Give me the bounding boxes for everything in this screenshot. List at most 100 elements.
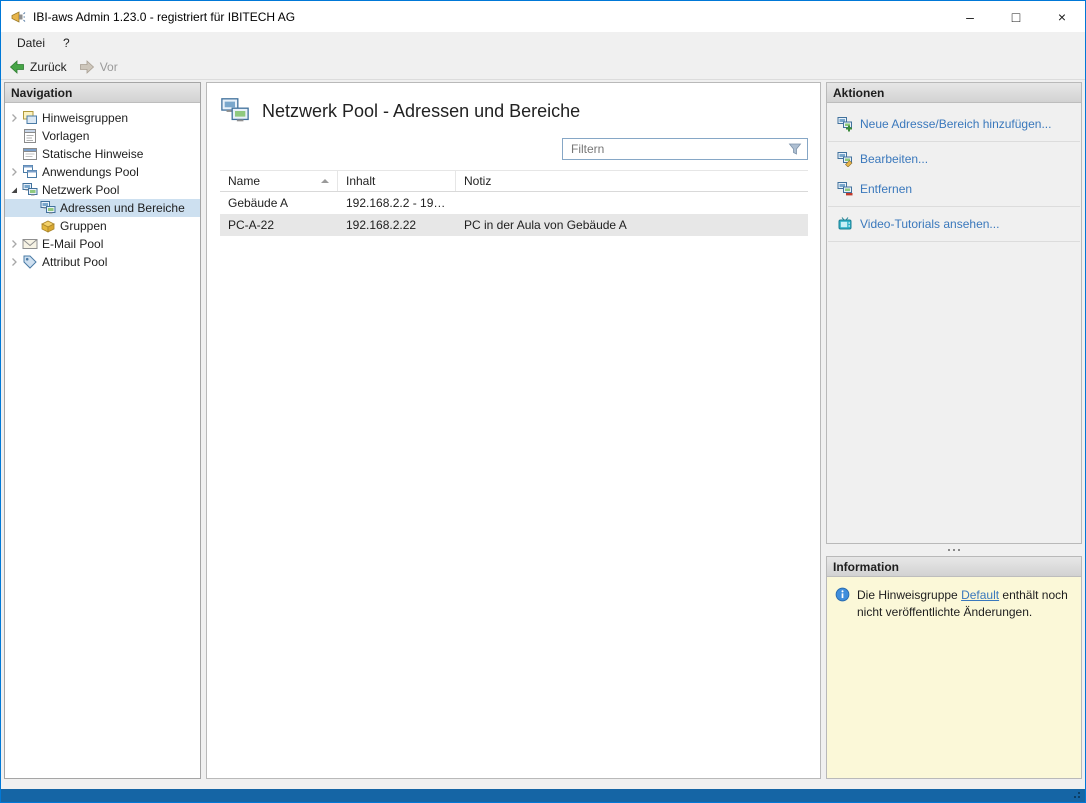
main-panel: Netzwerk Pool - Adressen und Bereiche Na… [206,82,821,779]
panel-splitter[interactable] [826,544,1082,556]
window-title: IBI-aws Admin 1.23.0 - registriert für I… [33,10,295,24]
action-label: Entfernen [860,182,912,196]
chevron-expanded-icon[interactable] [8,185,20,195]
groups-icon [40,218,56,234]
cell-notiz: PC in der Aula von Gebäude A [456,218,808,232]
right-panel: Aktionen [826,82,1082,779]
app-icon [10,9,26,25]
filter-input[interactable] [571,142,788,156]
information-panel: Information Die Hinweisgruppe Default en… [826,556,1082,779]
sidebar-item-adressen-und-bereiche[interactable]: Adressen und Bereiche [5,199,200,217]
column-header-name[interactable]: Name [220,171,338,191]
sidebar-item-label: Gruppen [60,219,107,233]
column-label: Name [228,174,260,188]
navigation-tree: Hinweisgruppen Vorlagen [5,103,200,271]
add-address-icon [837,116,853,132]
filter-funnel-icon[interactable] [788,142,802,156]
chevron-right-icon[interactable] [8,113,20,123]
edit-icon [837,151,853,167]
sidebar-item-label: Adressen und Bereiche [60,201,185,215]
filter-box [562,138,808,160]
action-label: Video-Tutorials ansehen... [860,217,999,231]
network-pool-icon [22,182,38,198]
navigation-header: Navigation [5,83,200,103]
edit-action[interactable]: Bearbeiten... [827,144,1081,174]
action-label: Neue Adresse/Bereich hinzufügen... [860,117,1051,131]
static-notices-icon [22,146,38,162]
menu-item-datei[interactable]: Datei [8,33,54,53]
default-group-link[interactable]: Default [961,588,999,602]
actions-list: Neue Adresse/Bereich hinzufügen... [827,103,1081,244]
sort-ascending-icon [321,179,329,183]
action-label: Bearbeiten... [860,152,928,166]
menu-bar: Datei ? [1,32,1085,54]
cell-name: PC-A-22 [220,218,338,232]
menu-item-help[interactable]: ? [54,33,79,53]
sidebar-item-statische-hinweise[interactable]: Statische Hinweise [5,145,200,163]
info-text-before: Die Hinweisgruppe [857,588,961,602]
column-header-inhalt[interactable]: Inhalt [338,171,456,191]
navigation-panel: Navigation Hinweisgruppen [4,82,201,779]
video-tutorials-action[interactable]: Video-Tutorials ansehen... [827,209,1081,239]
sidebar-item-label: Statische Hinweise [42,147,143,161]
column-header-notiz[interactable]: Notiz [456,171,808,191]
table-header: Name Inhalt Notiz [220,170,808,192]
addresses-icon [40,200,56,216]
maximize-button[interactable]: □ [993,1,1039,32]
application-pool-icon [22,164,38,180]
sidebar-item-netzwerk-pool[interactable]: Netzwerk Pool [5,181,200,199]
sidebar-item-email-pool[interactable]: E-Mail Pool [5,235,200,253]
cell-inhalt: 192.168.2.2 - 192.16... [338,196,456,210]
info-text: Die Hinweisgruppe Default enthält noch n… [857,587,1073,622]
remove-icon [837,181,853,197]
column-label: Inhalt [346,174,375,188]
forward-arrow-icon [79,59,95,75]
status-bar [1,789,1085,802]
add-address-action[interactable]: Neue Adresse/Bereich hinzufügen... [827,109,1081,139]
info-icon [835,587,850,602]
back-button[interactable]: Zurück [9,59,67,75]
sidebar-item-label: E-Mail Pool [42,237,103,251]
window-controls: – □ × [947,1,1085,32]
back-label: Zurück [30,60,67,74]
page-title: Netzwerk Pool - Adressen und Bereiche [262,101,580,122]
address-table: Name Inhalt Notiz Gebäude A 192.168.2.2 … [220,170,808,236]
title-bar: IBI-aws Admin 1.23.0 - registriert für I… [1,1,1085,32]
table-row[interactable]: Gebäude A 192.168.2.2 - 192.16... [220,192,808,214]
filter-row [207,134,820,170]
chevron-right-icon[interactable] [8,239,20,249]
sidebar-item-label: Attribut Pool [42,255,107,269]
information-header: Information [827,557,1081,577]
column-label: Notiz [464,174,491,188]
actions-header: Aktionen [827,83,1081,103]
actions-separator [828,141,1080,142]
cell-name: Gebäude A [220,196,338,210]
sidebar-item-attribut-pool[interactable]: Attribut Pool [5,253,200,271]
email-pool-icon [22,236,38,252]
cell-inhalt: 192.168.2.22 [338,218,456,232]
information-message: Die Hinweisgruppe Default enthält noch n… [827,577,1081,632]
close-button[interactable]: × [1039,1,1085,32]
sidebar-item-label: Anwendungs Pool [42,165,139,179]
chevron-right-icon[interactable] [8,257,20,267]
sidebar-item-gruppen[interactable]: Gruppen [5,217,200,235]
toolbar: Zurück Vor [1,54,1085,80]
attribute-pool-icon [22,254,38,270]
resize-grip-icon[interactable] [1078,796,1080,798]
remove-action[interactable]: Entfernen [827,174,1081,204]
minimize-button[interactable]: – [947,1,993,32]
forward-button[interactable]: Vor [79,59,118,75]
back-arrow-icon [9,59,25,75]
actions-panel: Aktionen [826,82,1082,544]
splitter-grip-icon [948,549,950,551]
actions-separator [828,206,1080,207]
chevron-right-icon[interactable] [8,167,20,177]
content-area: Navigation Hinweisgruppen [1,80,1085,789]
sidebar-item-anwendungs-pool[interactable]: Anwendungs Pool [5,163,200,181]
sidebar-item-label: Hinweisgruppen [42,111,128,125]
table-row[interactable]: PC-A-22 192.168.2.22 PC in der Aula von … [220,214,808,236]
sidebar-item-hinweisgruppen[interactable]: Hinweisgruppen [5,109,200,127]
network-pool-title-icon [220,96,250,126]
sidebar-item-vorlagen[interactable]: Vorlagen [5,127,200,145]
sidebar-item-label: Netzwerk Pool [42,183,119,197]
